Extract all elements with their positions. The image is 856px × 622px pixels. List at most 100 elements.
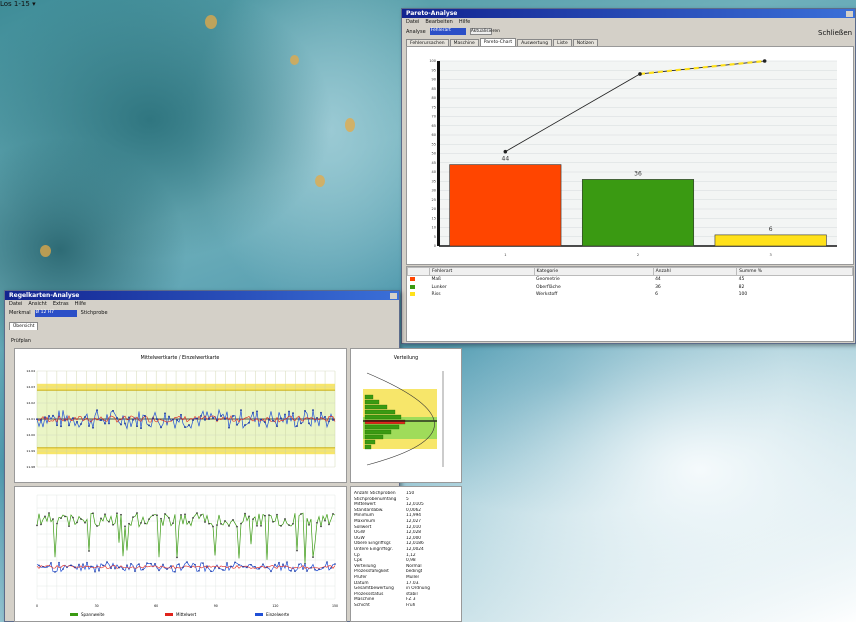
analysis-select[interactable]: Fehlerart [429, 28, 466, 35]
menu-item-tools[interactable]: Extras [53, 301, 69, 307]
filter-label: Prüfplan [11, 339, 31, 344]
close-button[interactable]: Schließen [818, 29, 852, 37]
range-point [192, 517, 194, 519]
pareto-titlebar[interactable]: Pareto-Analyse [402, 9, 855, 18]
spc-window-title: Regelkarten-Analyse [9, 292, 80, 299]
data-point [60, 425, 62, 428]
table-row[interactable]: Maß Geometrie 44 45 [408, 276, 853, 284]
values-point [310, 567, 312, 569]
tab-list[interactable]: Liste [553, 39, 572, 46]
table-header-type[interactable]: Fehlerart [429, 267, 535, 276]
menu-item-file[interactable]: Datei [9, 301, 22, 307]
range-point [68, 525, 70, 527]
range-point [316, 522, 318, 524]
y-tick-label: 45 [432, 161, 436, 165]
values-point [282, 563, 284, 565]
tab-machine[interactable]: Maschine [449, 39, 479, 46]
control-chart-panel: Mittelwertkarte / Einzelwertkarte 11.98 1… [14, 348, 347, 483]
values-point [326, 561, 328, 563]
data-point [116, 417, 118, 419]
characteristic-label: Merkmal [9, 310, 31, 316]
range-point [276, 513, 278, 516]
range-point [164, 513, 166, 515]
table-cell: Riss [431, 292, 441, 298]
range-point [312, 556, 314, 558]
range-point [296, 549, 298, 552]
refresh-button[interactable]: Aktualisieren [469, 28, 500, 35]
data-point [300, 422, 302, 425]
range-point [64, 515, 66, 518]
range-point [180, 514, 182, 516]
data-point [248, 421, 250, 424]
cumulative-point [638, 72, 642, 76]
menu-item-file[interactable]: Datei [406, 19, 419, 25]
data-point [316, 417, 318, 419]
table-cell: Lunker [431, 284, 447, 290]
values-point [166, 568, 168, 570]
data-point [72, 417, 74, 419]
characteristic-input[interactable]: Ø 12 H7 [34, 309, 77, 317]
range-point [112, 524, 114, 526]
range-point [148, 518, 150, 520]
menu-item-edit[interactable]: Bearbeiten [425, 19, 452, 25]
values-point [214, 567, 216, 569]
values-point [82, 563, 84, 565]
color-swatch [409, 284, 415, 289]
data-point [204, 418, 206, 421]
range-point [200, 514, 202, 516]
values-point [70, 564, 72, 566]
values-point [130, 563, 132, 565]
range-point [236, 525, 238, 528]
range-point [52, 518, 54, 520]
menu-item-help[interactable]: Hilfe [75, 301, 86, 307]
range-point [308, 524, 310, 526]
table-row[interactable]: Lunker Oberfläche 36 82 [408, 284, 853, 292]
values-point [202, 562, 204, 564]
filter-dropdown[interactable]: Los 1-15 ▾ [0, 0, 36, 8]
data-point [88, 425, 90, 427]
data-label: 44 [502, 156, 510, 163]
data-point [136, 425, 138, 427]
background-bokeh [205, 15, 217, 29]
tab-causes[interactable]: Fehlerursachen [406, 39, 449, 46]
values-point [66, 566, 68, 569]
data-point [148, 424, 150, 427]
histogram-bar [364, 429, 392, 435]
menu-item-view[interactable]: Ansicht [28, 301, 46, 307]
y-tick-label: 11.99 [26, 449, 35, 453]
table-row[interactable]: Riss Werkstoff 6 100 [408, 291, 853, 299]
values-point [222, 569, 224, 571]
range-point [184, 513, 186, 516]
legend-label-range: Spannweite [81, 612, 105, 617]
spc-titlebar[interactable]: Regelkarten-Analyse [5, 291, 399, 300]
tab-pareto-chart[interactable]: Pareto-Chart [479, 38, 517, 46]
range-point [188, 520, 190, 523]
menu-item-help[interactable]: Hilfe [459, 19, 470, 25]
data-point [272, 420, 274, 422]
y-tick-label: 95 [432, 68, 436, 72]
data-point [192, 419, 194, 421]
range-point [108, 521, 110, 523]
range-point [264, 515, 266, 517]
range-point [220, 523, 222, 525]
tab-overview[interactable]: Übersicht [9, 322, 39, 330]
close-icon[interactable] [846, 10, 853, 17]
histogram-bar [364, 424, 400, 430]
values-point [142, 568, 144, 571]
range-point [272, 521, 274, 523]
range-point [116, 512, 118, 514]
close-icon[interactable] [390, 292, 397, 299]
data-point [240, 409, 242, 411]
range-point [100, 517, 102, 520]
tab-notes[interactable]: Notizen [572, 39, 598, 46]
table-header-category[interactable]: Kategorie [533, 267, 654, 276]
range-point [212, 525, 214, 528]
range-point [84, 522, 86, 524]
range-point [144, 522, 146, 525]
tab-evaluation[interactable]: Auswertung [517, 39, 553, 46]
background-bokeh [290, 55, 299, 65]
table-header-count[interactable]: Anzahl [652, 267, 738, 276]
analysis-label: Analyse [406, 28, 426, 35]
table-header-cumulative[interactable]: Summe % [736, 267, 853, 276]
bar [449, 164, 562, 247]
